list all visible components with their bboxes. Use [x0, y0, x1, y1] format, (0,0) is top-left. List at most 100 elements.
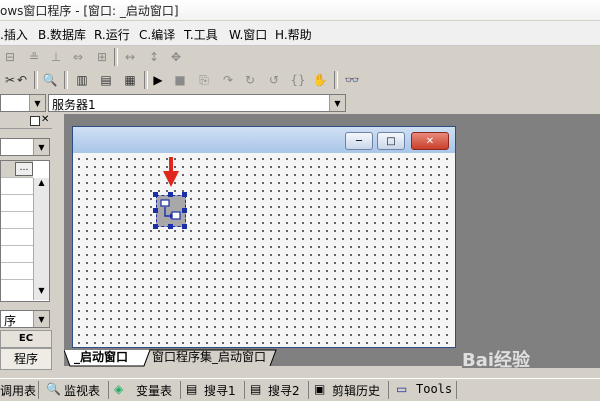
- combo-row: ▼ 服务器1 ▼: [0, 92, 600, 113]
- window-icon: ▭: [396, 382, 408, 396]
- tab-window-assembly[interactable]: 窗口程序集_启动窗口: [152, 348, 266, 366]
- bottom-toolbar: 调用表 🔍 监视表 ◈ 变量表 ▤ 搜寻1 ▤ 搜寻2 ▣ 剪辑历史 ▭ Too…: [0, 378, 600, 401]
- layout-split-icon[interactable]: ▤: [96, 70, 116, 90]
- object-combo[interactable]: ▼: [0, 94, 46, 112]
- scroll-down-icon[interactable]: ▼: [34, 286, 49, 300]
- program-tab[interactable]: 程序: [0, 348, 52, 370]
- align-center-icon[interactable]: ⊥: [46, 47, 66, 67]
- property-row[interactable]: [1, 212, 33, 229]
- empty-area: Bai经验: [462, 114, 600, 371]
- stop-icon[interactable]: ■: [170, 70, 190, 90]
- maximize-button[interactable]: □: [377, 132, 405, 150]
- resize-handle[interactable]: [153, 208, 158, 213]
- app-title-bar: ows窗口程序 - [窗口: _启动窗口]: [0, 0, 600, 20]
- divider: [38, 381, 39, 399]
- binoculars-icon[interactable]: 👓: [342, 70, 362, 90]
- form-canvas[interactable]: [75, 155, 453, 345]
- close-icon[interactable]: ✕: [41, 114, 49, 125]
- pin-icon[interactable]: [30, 116, 40, 126]
- space-icon[interactable]: ⊞: [92, 47, 112, 67]
- same-width-icon[interactable]: ↔: [120, 47, 140, 67]
- align-top-icon[interactable]: ≗: [24, 47, 44, 67]
- app-title: ows窗口程序 - [窗口: _启动窗口]: [0, 4, 179, 18]
- variable-table-tab[interactable]: 变量表: [136, 382, 172, 399]
- step-over-icon[interactable]: ↻: [240, 70, 260, 90]
- resize-handle[interactable]: [182, 208, 187, 213]
- property-row[interactable]: [1, 246, 33, 263]
- variables-icon: ◈: [114, 382, 124, 396]
- menu-database[interactable]: B.数据库: [38, 26, 86, 43]
- scroll-up-icon[interactable]: ▲: [34, 178, 49, 192]
- property-row[interactable]: [1, 195, 33, 212]
- chevron-down-icon[interactable]: ▼: [33, 311, 49, 327]
- divider: [388, 381, 389, 399]
- toolbar-separator: [114, 48, 118, 66]
- same-height-icon[interactable]: ↕: [144, 47, 164, 67]
- menu-bar: .插入 B.数据库 R.运行 C.编译 T.工具 W.窗口 H.帮助: [0, 21, 600, 46]
- form-title-bar[interactable]: ─ □ ✕: [73, 127, 455, 153]
- search-icon: ▤: [250, 382, 262, 396]
- toolbar-separator: [64, 71, 68, 89]
- resize-handle[interactable]: [168, 192, 173, 197]
- search1-tab[interactable]: 搜寻1: [204, 382, 236, 399]
- scrollbar[interactable]: ▲ ▼: [33, 178, 49, 300]
- main-toolbar: ✂ ↶ 🔍 ▥ ▤ ▦ ▶ ■ ⎘ ↷ ↻ ↺ {} ✋ 👓: [0, 69, 600, 92]
- left-panel-header: ✕: [0, 114, 52, 129]
- align-left-icon[interactable]: ⊟: [0, 47, 20, 67]
- left-panel: ✕ ▼ … ▲ ▼ 序 ▼ EC 程序: [0, 114, 52, 372]
- resize-handle[interactable]: [153, 224, 158, 229]
- tab-start-window[interactable]: _启动窗口: [74, 348, 128, 366]
- call-table-tab[interactable]: 调用表: [0, 382, 36, 399]
- divider: [180, 381, 181, 399]
- property-row[interactable]: [1, 229, 33, 246]
- breakpoint-icon[interactable]: {}: [288, 70, 308, 90]
- menu-insert[interactable]: .插入: [0, 26, 28, 43]
- step-icon[interactable]: ⎘: [194, 70, 214, 90]
- timer-control-icon: [160, 199, 181, 220]
- undo-icon[interactable]: ↶: [12, 70, 32, 90]
- server-combo[interactable]: 服务器1 ▼: [48, 94, 346, 112]
- same-size-icon[interactable]: ✥: [166, 47, 186, 67]
- menu-help[interactable]: H.帮助: [275, 26, 312, 43]
- step-out-icon[interactable]: ↺: [264, 70, 284, 90]
- divider: [308, 381, 309, 399]
- divider: [108, 381, 109, 399]
- divider: [244, 381, 245, 399]
- distribute-h-icon[interactable]: ⇔: [68, 47, 88, 67]
- layout-grid-icon[interactable]: ▦: [120, 70, 140, 90]
- clip-history-tab[interactable]: 剪辑历史: [332, 382, 380, 399]
- property-combo[interactable]: ▼: [0, 138, 50, 156]
- chevron-down-icon[interactable]: ▼: [329, 95, 345, 111]
- minimize-button[interactable]: ─: [345, 132, 373, 150]
- watch-table-tab[interactable]: 监视表: [64, 382, 100, 399]
- ellipsis-button[interactable]: …: [15, 162, 33, 176]
- resize-handle[interactable]: [168, 224, 173, 229]
- find-icon[interactable]: 🔍: [40, 70, 60, 90]
- step-into-icon[interactable]: ↷: [218, 70, 238, 90]
- property-row[interactable]: [1, 178, 33, 195]
- property-row[interactable]: [1, 263, 33, 280]
- hand-icon[interactable]: ✋: [310, 70, 330, 90]
- menu-window[interactable]: W.窗口: [229, 26, 267, 43]
- resize-handle[interactable]: [182, 224, 187, 229]
- toolbar-separator: [34, 71, 38, 89]
- align-toolbar: ⊟ ≗ ⊥ ⇔ ⊞ ↔ ↕ ✥: [0, 46, 600, 68]
- search2-tab[interactable]: 搜寻2: [268, 382, 300, 399]
- menu-tools[interactable]: T.工具: [184, 26, 218, 43]
- resize-handle[interactable]: [182, 192, 187, 197]
- property-grid[interactable]: … ▲ ▼: [0, 160, 50, 302]
- category-combo[interactable]: 序 ▼: [0, 310, 50, 328]
- close-button[interactable]: ✕: [411, 132, 449, 150]
- search-icon: ▤: [186, 382, 198, 396]
- run-icon[interactable]: ▶: [148, 70, 168, 90]
- watermark: Bai经验: [462, 350, 531, 371]
- layout-window-icon[interactable]: ▥: [72, 70, 92, 90]
- menu-compile[interactable]: C.编译: [139, 26, 175, 43]
- tools-tab[interactable]: Tools: [416, 382, 452, 396]
- chevron-down-icon[interactable]: ▼: [33, 139, 49, 155]
- ec-tab[interactable]: EC: [0, 330, 52, 348]
- menu-run[interactable]: R.运行: [94, 26, 130, 43]
- chevron-down-icon[interactable]: ▼: [29, 95, 45, 111]
- resize-handle[interactable]: [153, 192, 158, 197]
- form-design-window[interactable]: ─ □ ✕: [72, 126, 456, 348]
